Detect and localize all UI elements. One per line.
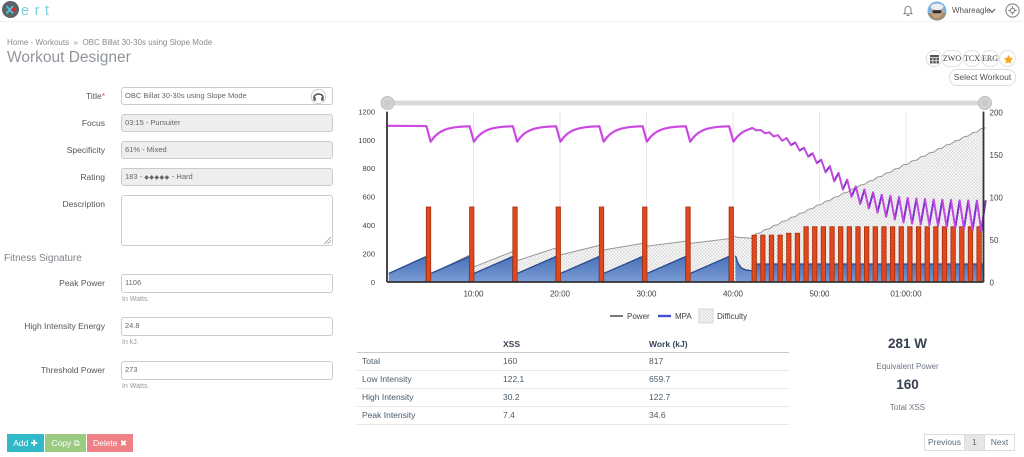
svg-text:400: 400 [362, 221, 375, 230]
svg-text:50:00: 50:00 [809, 290, 830, 299]
svg-text:200: 200 [990, 108, 1004, 117]
svg-text:Power: Power [627, 312, 650, 321]
svg-text:800: 800 [362, 164, 375, 173]
svg-text:MPA: MPA [675, 312, 692, 321]
svg-text:1200: 1200 [358, 107, 375, 116]
svg-text:20:00: 20:00 [550, 290, 571, 299]
svg-text:600: 600 [362, 193, 375, 202]
svg-text:40:00: 40:00 [723, 290, 744, 299]
svg-text:50: 50 [990, 236, 999, 245]
svg-text:01:00:00: 01:00:00 [890, 290, 922, 299]
svg-text:Difficulty: Difficulty [717, 312, 747, 321]
svg-text:0: 0 [371, 278, 375, 287]
svg-text:30:00: 30:00 [636, 290, 657, 299]
svg-text:1000: 1000 [358, 136, 375, 145]
svg-text:0: 0 [990, 279, 995, 288]
svg-text:10:00: 10:00 [463, 290, 484, 299]
svg-text:100: 100 [990, 193, 1004, 202]
svg-text:200: 200 [362, 249, 375, 258]
svg-text:150: 150 [990, 151, 1004, 160]
